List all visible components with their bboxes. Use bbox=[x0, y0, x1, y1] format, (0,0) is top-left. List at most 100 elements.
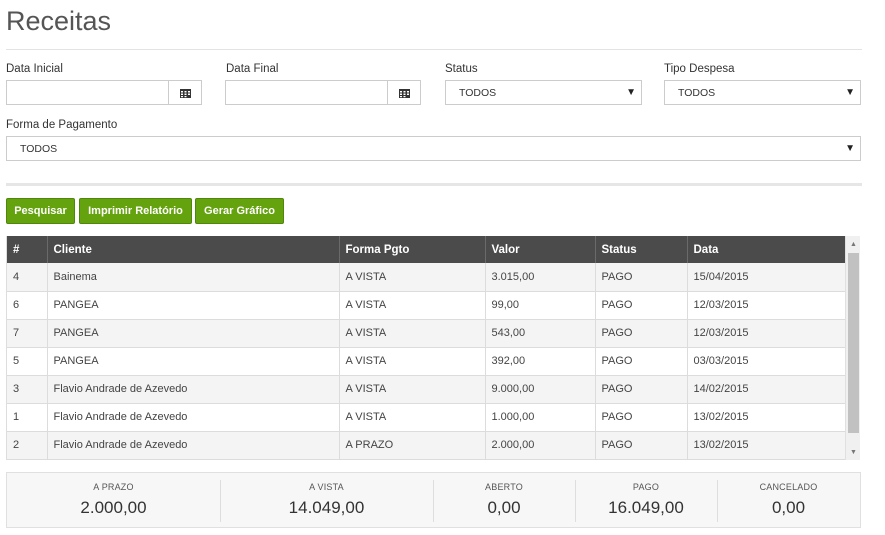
summary-value: 0,00 bbox=[771, 498, 806, 517]
table-header-row: # Cliente Forma Pgto Valor Status Data bbox=[7, 236, 845, 263]
scroll-up-arrow-icon[interactable]: ▲ bbox=[846, 236, 861, 252]
cell-cliente: PANGEA bbox=[47, 291, 340, 319]
title-divider bbox=[6, 49, 862, 50]
tipo-despesa-select[interactable]: TODOS ▼ bbox=[664, 80, 861, 105]
cell-forma-pgto: A VISTA bbox=[339, 403, 486, 431]
cell-valor: 392,00 bbox=[485, 347, 596, 375]
tipo-despesa-label: Tipo Despesa bbox=[664, 63, 735, 75]
data-inicial-label: Data Inicial bbox=[6, 63, 63, 75]
column-header-cliente[interactable]: Cliente bbox=[47, 236, 340, 263]
scrollbar-thumb[interactable] bbox=[848, 253, 859, 433]
cell-cliente: Bainema bbox=[47, 263, 340, 291]
table-row[interactable]: 6 PANGEA A VISTA 99,00 PAGO 12/03/2015 bbox=[7, 291, 845, 319]
column-header-data[interactable]: Data bbox=[687, 236, 845, 263]
summary-label: A PRAZO bbox=[93, 482, 134, 492]
table-row[interactable]: 2 Flavio Andrade de Azevedo A PRAZO 2.00… bbox=[7, 431, 845, 459]
cell-cliente: PANGEA bbox=[47, 347, 340, 375]
summary-label: ABERTO bbox=[485, 482, 523, 492]
calendar-icon bbox=[179, 88, 191, 98]
data-final-label: Data Final bbox=[226, 63, 279, 75]
column-header-valor[interactable]: Valor bbox=[485, 236, 596, 263]
cell-forma-pgto: A PRAZO bbox=[339, 431, 486, 459]
summary-label: CANCELADO bbox=[759, 482, 818, 492]
column-header-forma-pgto[interactable]: Forma Pgto bbox=[339, 236, 486, 263]
filters-divider bbox=[6, 183, 862, 186]
status-label: Status bbox=[445, 63, 478, 75]
cell-id: 3 bbox=[7, 375, 48, 403]
cell-valor: 99,00 bbox=[485, 291, 596, 319]
cell-data: 15/04/2015 bbox=[693, 270, 749, 283]
pesquisar-button[interactable]: Pesquisar bbox=[6, 198, 75, 224]
cell-status: PAGO bbox=[595, 319, 688, 347]
caret-down-icon: ▼ bbox=[626, 87, 636, 98]
cell-id: 5 bbox=[7, 347, 48, 375]
cell-data: 13/02/2015 bbox=[693, 439, 749, 451]
caret-down-icon: ▼ bbox=[845, 87, 855, 98]
cell-forma-pgto: A VISTA bbox=[339, 375, 486, 403]
column-header-id[interactable]: # bbox=[7, 236, 48, 263]
results-table: # Cliente Forma Pgto Valor Status Data 4… bbox=[7, 236, 845, 460]
cell-data: 14/02/2015 bbox=[693, 383, 749, 395]
cell-status: PAGO bbox=[595, 375, 688, 403]
cell-status: PAGO bbox=[595, 291, 688, 319]
cell-status: PAGO bbox=[595, 431, 688, 459]
cell-valor: 9.000,00 bbox=[485, 375, 596, 403]
summary-cancelado: CANCELADO 0,00 bbox=[717, 480, 860, 522]
data-final-calendar-button[interactable] bbox=[387, 80, 421, 105]
caret-down-icon: ▼ bbox=[845, 143, 855, 154]
cell-valor: 2.000,00 bbox=[485, 431, 596, 459]
cell-forma-pgto: A VISTA bbox=[339, 347, 486, 375]
table-row[interactable]: 5 PANGEA A VISTA 392,00 PAGO 03/03/2015 bbox=[7, 347, 845, 375]
cell-cliente: Flavio Andrade de Azevedo bbox=[47, 431, 340, 459]
cell-status: PAGO bbox=[595, 263, 688, 291]
cell-id: 2 bbox=[7, 431, 48, 459]
table-scrollbar[interactable]: ▲ ▼ bbox=[845, 236, 860, 460]
table-row[interactable]: 3 Flavio Andrade de Azevedo A VISTA 9.00… bbox=[7, 375, 845, 403]
data-final-input[interactable] bbox=[225, 80, 388, 105]
data-inicial-calendar-button[interactable] bbox=[168, 80, 202, 105]
summary-label: PAGO bbox=[632, 482, 660, 492]
cell-data: 13/02/2015 bbox=[693, 411, 749, 423]
cell-status: PAGO bbox=[595, 347, 688, 375]
forma-pagamento-select-value: TODOS bbox=[20, 142, 58, 155]
cell-id: 4 bbox=[7, 263, 48, 291]
forma-pagamento-label: Forma de Pagamento bbox=[6, 119, 118, 131]
cell-valor: 1.000,00 bbox=[485, 403, 596, 431]
cell-id: 7 bbox=[7, 319, 48, 347]
summary-a-vista: A VISTA 14.049,00 bbox=[220, 480, 433, 522]
cell-forma-pgto: A VISTA bbox=[339, 263, 486, 291]
cell-cliente: Flavio Andrade de Azevedo bbox=[47, 375, 340, 403]
gerar-grafico-button[interactable]: Gerar Gráfico bbox=[195, 198, 284, 224]
cell-data: 12/03/2015 bbox=[693, 327, 749, 339]
summary-value: 0,00 bbox=[487, 498, 521, 517]
data-inicial-input[interactable] bbox=[6, 80, 169, 105]
column-header-status[interactable]: Status bbox=[595, 236, 688, 263]
table-row[interactable]: 7 PANGEA A VISTA 543,00 PAGO 12/03/2015 bbox=[7, 319, 845, 347]
cell-valor: 543,00 bbox=[485, 319, 596, 347]
tipo-despesa-select-value: TODOS bbox=[678, 86, 716, 99]
totals-summary: A PRAZO 2.000,00 A VISTA 14.049,00 ABERT… bbox=[6, 472, 861, 528]
calendar-icon bbox=[398, 88, 410, 98]
page-title: Receitas bbox=[6, 6, 112, 36]
cell-status: PAGO bbox=[595, 403, 688, 431]
scroll-down-arrow-icon[interactable]: ▼ bbox=[846, 444, 861, 460]
status-select[interactable]: TODOS ▼ bbox=[445, 80, 642, 105]
cell-data: 12/03/2015 bbox=[693, 299, 749, 311]
cell-forma-pgto: A VISTA bbox=[339, 291, 486, 319]
cell-cliente: PANGEA bbox=[47, 319, 340, 347]
summary-label: A VISTA bbox=[309, 482, 344, 492]
cell-id: 6 bbox=[7, 291, 48, 319]
status-select-value: TODOS bbox=[459, 86, 497, 99]
cell-data: 03/03/2015 bbox=[693, 355, 749, 367]
summary-aberto: ABERTO 0,00 bbox=[433, 480, 575, 522]
cell-valor: 3.015,00 bbox=[485, 263, 596, 291]
cell-forma-pgto: A VISTA bbox=[339, 319, 486, 347]
imprimir-relatorio-button[interactable]: Imprimir Relatório bbox=[79, 198, 192, 224]
cell-cliente: Flavio Andrade de Azevedo bbox=[47, 403, 340, 431]
summary-value: 16.049,00 bbox=[608, 498, 684, 517]
results-table-container: # Cliente Forma Pgto Valor Status Data 4… bbox=[6, 236, 861, 460]
table-row[interactable]: 4 Bainema A VISTA 3.015,00 PAGO 15/04/20… bbox=[7, 263, 845, 291]
summary-pago: PAGO 16.049,00 bbox=[575, 480, 717, 522]
forma-pagamento-select[interactable]: TODOS ▼ bbox=[6, 136, 861, 161]
table-row[interactable]: 1 Flavio Andrade de Azevedo A VISTA 1.00… bbox=[7, 403, 845, 431]
